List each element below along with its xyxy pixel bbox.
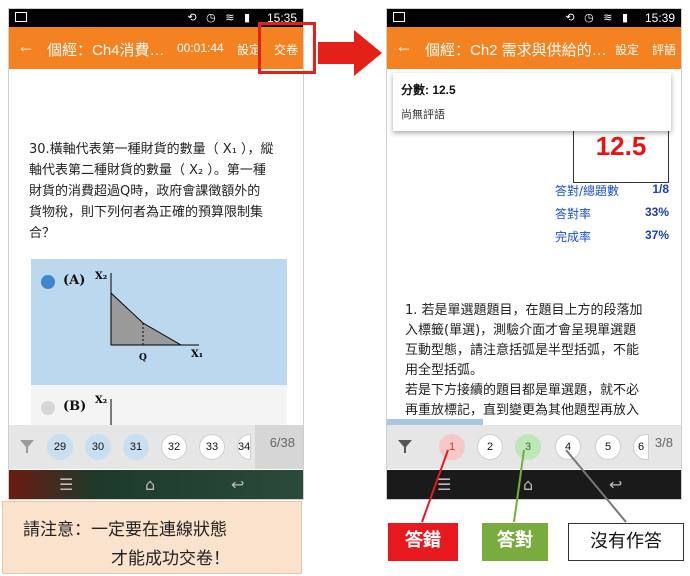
legend-wrong: 答錯 — [388, 523, 458, 561]
score-title: 分數: 12.5 — [401, 83, 456, 97]
score-card: 分數: 12.5 尚無評語 — [393, 73, 671, 131]
filter-icon[interactable] — [19, 438, 35, 454]
question-number-wrong[interactable]: 1 — [439, 434, 465, 460]
progress-counter: 3/8 — [654, 435, 673, 450]
question-line: 30.橫軸代表第一種財貨的數量（ X₁ ），縱 — [29, 142, 274, 157]
question-number[interactable]: 5 — [595, 434, 621, 460]
graph-x-label: X₁ — [191, 349, 203, 360]
progress-counter: 6/38 — [269, 435, 295, 450]
stat-label: 答對/總題數 — [555, 184, 620, 198]
page-title: 個經：Ch4消費… — [47, 42, 165, 59]
question-nav-bar: 29 30 31 32 33 34 6/38 — [9, 425, 303, 469]
warning-note: 請注意：一定要在連線狀態 才能成功交卷！ — [2, 501, 302, 574]
question-number[interactable]: 6 — [633, 434, 649, 460]
back-icon[interactable]: ↩ — [609, 475, 622, 494]
question-number-correct[interactable]: 3 — [515, 434, 541, 460]
review-button[interactable]: 評語 — [652, 41, 676, 58]
status-bar: ⟲ ◷ ≋ ▮ 15:39 — [387, 9, 681, 27]
system-nav-bar: ☰ ⌂ ↩ — [387, 470, 681, 499]
back-arrow-icon[interactable]: ← — [17, 36, 35, 57]
home-icon[interactable]: ⌂ — [523, 475, 533, 494]
back-arrow-icon[interactable]: ← — [395, 36, 413, 57]
legend-correct: 答對 — [482, 523, 548, 561]
budget-graph-a: X₂ X₁ Q — [95, 271, 203, 363]
legend-unanswered: 沒有作答 — [568, 523, 684, 561]
question-number[interactable]: 4 — [555, 434, 581, 460]
budget-graph-b: X₂ — [95, 395, 112, 429]
no-comment-text: 尚無評語 — [401, 108, 445, 121]
question-line: 財貨的消費超過Q時，政府會課徵額外的 — [29, 184, 261, 199]
graph-y-label: X₂ — [95, 395, 107, 406]
warning-line: 請注意：一定要在連線狀態 — [23, 520, 227, 540]
home-icon[interactable]: ⌂ — [145, 475, 155, 494]
instruction-line: 再重放標記，直到變更為其他題型再放入 — [405, 403, 640, 418]
menu-icon[interactable]: ☰ — [437, 475, 451, 494]
stat-label: 完成率 — [555, 230, 592, 244]
right-arrow-icon — [318, 30, 382, 76]
settings-button[interactable]: 設定 — [615, 41, 639, 58]
system-nav-bar: ☰ ⌂ ↩ — [9, 470, 303, 499]
instruction-line: 若是下方接續的題目都是單選題，就不必 — [405, 383, 640, 398]
stat-value: 33% — [644, 205, 669, 219]
left-phone-screen: ⟲ ◷ ≋ ▮ 15:35 ← 個經：Ch4消費… 00:01:44 設定 交卷… — [8, 8, 304, 500]
radio-selected-icon[interactable] — [41, 275, 55, 289]
question-number[interactable]: 2 — [477, 434, 503, 460]
radio-unselected-icon[interactable] — [41, 401, 55, 415]
question-number[interactable]: 32 — [161, 434, 187, 460]
question-number[interactable]: 30 — [85, 434, 111, 460]
score-value: 12.5 — [595, 131, 647, 161]
back-icon[interactable]: ↩ — [231, 475, 244, 494]
status-time: 15:39 — [644, 11, 675, 25]
instruction-line: 入標籤(單選)，測驗介面才會呈現單選題 — [405, 323, 637, 338]
status-icons: ⟲ ◷ ≋ ▮ — [565, 11, 631, 24]
warning-line: 才能成功交卷！ — [111, 549, 230, 569]
option-label: (B) — [63, 399, 87, 414]
submit-highlight-box — [258, 22, 316, 74]
stat-value: 1/8 — [652, 182, 669, 196]
page-title: 個經：Ch2 需求與供給的… — [425, 42, 605, 59]
menu-icon[interactable]: ☰ — [59, 475, 73, 494]
exam-timer: 00:01:44 — [177, 41, 224, 55]
question-number[interactable]: 29 — [47, 434, 73, 460]
question-line: 貨物稅，則下列何者為正確的預算限制集 — [29, 205, 264, 220]
instruction-line: 用全型括弧。 — [405, 363, 484, 378]
question-number[interactable]: 33 — [199, 434, 225, 460]
image-icon — [393, 12, 405, 22]
question-number[interactable]: 31 — [123, 434, 149, 460]
instruction-text: 1. 若是單選題題目，在題目上方的段落加 入標籤(單選)，測驗介面才會呈現單選題… — [405, 301, 675, 421]
image-icon — [15, 12, 27, 22]
question-line: 軸代表第二種財貨的數量（ X₂ ）。第一種 — [29, 163, 266, 178]
question-text: 30.橫軸代表第一種財貨的數量（ X₁ ），縱 軸代表第二種財貨的數量（ X₂ … — [29, 139, 295, 244]
stat-label: 答對率 — [555, 207, 592, 221]
option-a[interactable]: (A) X₂ X₁ Q — [31, 259, 287, 385]
graph-q-label: Q — [139, 353, 147, 363]
question-line: 合？ — [29, 226, 56, 241]
instruction-line: 1. 若是單選題題目，在題目上方的段落加 — [405, 303, 643, 318]
option-b[interactable]: (B) X₂ — [31, 385, 287, 429]
stat-value: 37% — [644, 228, 669, 242]
graph-y-label: X₂ — [95, 271, 107, 282]
instruction-line: 互動型態，請注意括弧是半型括弧，不能 — [405, 343, 640, 358]
status-icons: ⟲ ◷ ≋ ▮ — [187, 11, 253, 24]
right-phone-screen: ⟲ ◷ ≋ ▮ 15:39 ← 個經：Ch2 需求與供給的… 設定 評語 12.… — [386, 8, 682, 500]
filter-icon[interactable] — [397, 438, 413, 454]
question-number[interactable]: 34 — [237, 434, 251, 460]
app-bar: ← 個經：Ch2 需求與供給的… 設定 評語 — [387, 27, 681, 69]
option-label: (A) — [63, 273, 86, 288]
question-nav-bar: 1 2 3 4 5 6 3/8 — [387, 425, 681, 469]
